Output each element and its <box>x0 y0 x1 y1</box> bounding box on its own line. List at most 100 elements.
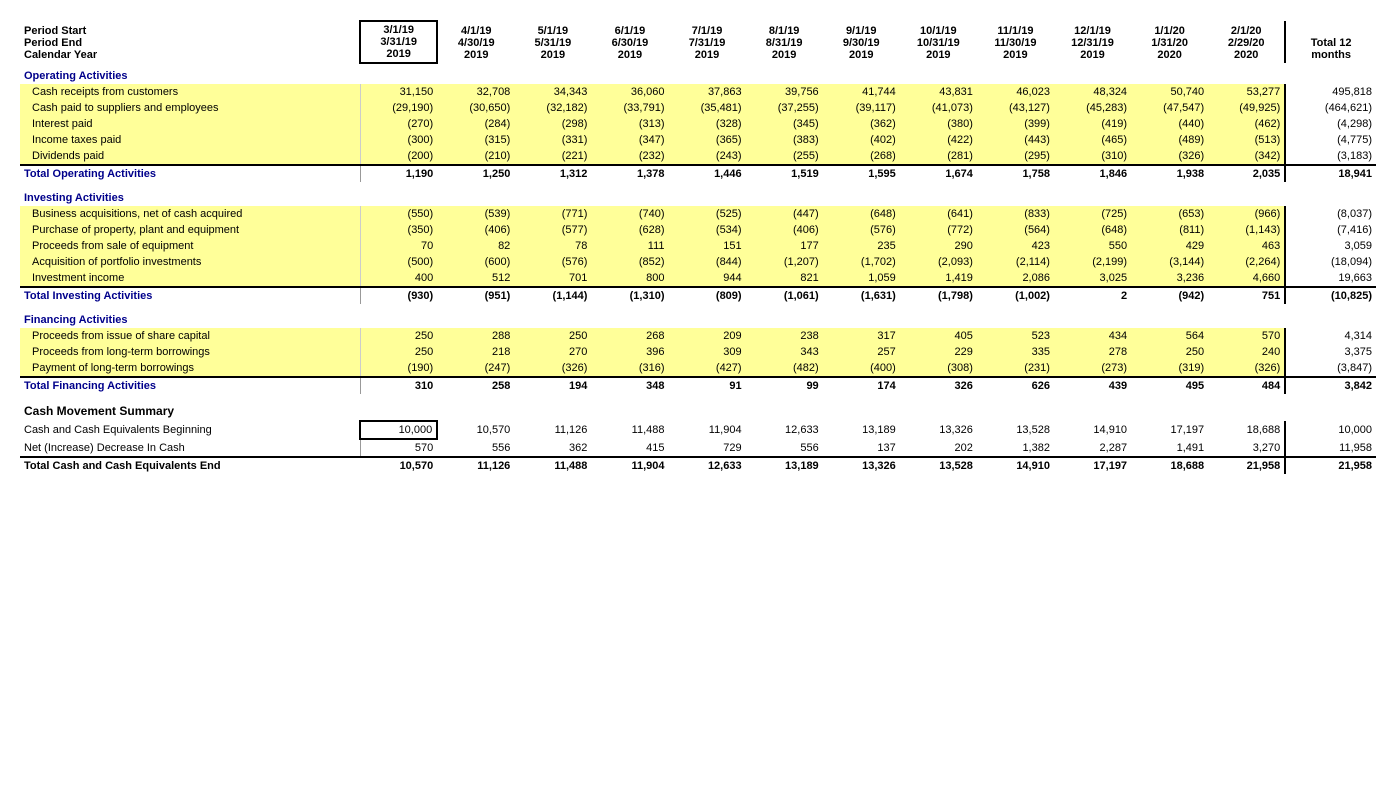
cell-value: (406) <box>746 222 823 238</box>
cell-value: (1,702) <box>823 254 900 270</box>
calendar-year-label: Calendar Year <box>24 49 97 61</box>
cell-value: (255) <box>746 148 823 165</box>
cell-value: (35,481) <box>669 100 746 116</box>
cell-value: (443) <box>977 132 1054 148</box>
total-cell: 1,446 <box>669 165 746 182</box>
cell-value: (2,264) <box>1208 254 1285 270</box>
section-header-row: Financing Activities <box>20 308 1376 328</box>
cell-value: 41,744 <box>823 84 900 100</box>
cell-value: (383) <box>746 132 823 148</box>
summary-cell: 13,528 <box>977 421 1054 439</box>
total-cell: (951) <box>437 287 514 304</box>
cell-value: 37,863 <box>669 84 746 100</box>
total-cell: 326 <box>900 377 977 394</box>
cell-value: (550) <box>360 206 437 222</box>
cell-value: 34,343 <box>514 84 591 100</box>
total-label: Total Investing Activities <box>20 287 360 304</box>
col-header-7: 10/1/19 10/31/19 2019 <box>900 21 977 63</box>
row-total: 3,059 <box>1285 238 1376 254</box>
summary-cell: 18,688 <box>1208 421 1285 439</box>
total-cell: (1,002) <box>977 287 1054 304</box>
cell-value: 564 <box>1131 328 1208 344</box>
cell-value: 523 <box>977 328 1054 344</box>
total-cell: 1,190 <box>360 165 437 182</box>
cell-value: 36,060 <box>591 84 668 100</box>
col-header-1: 4/1/19 4/30/19 2019 <box>437 21 514 63</box>
cell-value: (200) <box>360 148 437 165</box>
row-label: Dividends paid <box>20 148 360 165</box>
total-cell: (1,798) <box>900 287 977 304</box>
cell-value: (2,114) <box>977 254 1054 270</box>
cell-value: 39,756 <box>746 84 823 100</box>
grand-total-cell: 11,488 <box>514 457 591 474</box>
cell-value: (811) <box>1131 222 1208 238</box>
cell-value: 1,059 <box>823 270 900 287</box>
summary-row: Net (Increase) Decrease In Cash570556362… <box>20 439 1376 457</box>
total-cell: 2,035 <box>1208 165 1285 182</box>
grand-total-value: 21,958 <box>1285 457 1376 474</box>
section-header-row: Operating Activities <box>20 63 1376 84</box>
cell-value: (419) <box>1054 116 1131 132</box>
summary-cell: 1,382 <box>977 439 1054 457</box>
total-cell: (1,061) <box>746 287 823 304</box>
cell-value: (221) <box>514 148 591 165</box>
cell-value: 238 <box>746 328 823 344</box>
cell-value: (326) <box>1208 360 1285 377</box>
row-total: (4,775) <box>1285 132 1376 148</box>
cell-value: 229 <box>900 344 977 360</box>
cell-value: (740) <box>591 206 668 222</box>
cell-value: (576) <box>514 254 591 270</box>
section-header-label: Operating Activities <box>20 63 1376 84</box>
cell-value: 43,831 <box>900 84 977 100</box>
total-cell: 348 <box>591 377 668 394</box>
cell-value: (347) <box>591 132 668 148</box>
row-label: Proceeds from long-term borrowings <box>20 344 360 360</box>
total-cell: (1,631) <box>823 287 900 304</box>
summary-row-label: Cash and Cash Equivalents Beginning <box>20 421 360 439</box>
cell-value: (310) <box>1054 148 1131 165</box>
row-label: Proceeds from sale of equipment <box>20 238 360 254</box>
cell-value: (482) <box>746 360 823 377</box>
total-cell: 2 <box>1054 287 1131 304</box>
summary-cell: 570 <box>360 439 437 457</box>
summary-total: 10,000 <box>1285 421 1376 439</box>
col-header-8: 11/1/19 11/30/19 2019 <box>977 21 1054 63</box>
row-label: Business acquisitions, net of cash acqui… <box>20 206 360 222</box>
cell-value: (2,199) <box>1054 254 1131 270</box>
cell-value: 151 <box>669 238 746 254</box>
table-row: Investment income4005127018009448211,059… <box>20 270 1376 287</box>
row-total: 3,375 <box>1285 344 1376 360</box>
col-header-10: 1/1/20 1/31/20 2020 <box>1131 21 1208 63</box>
cell-value: (3,144) <box>1131 254 1208 270</box>
cell-value: (440) <box>1131 116 1208 132</box>
cell-value: 463 <box>1208 238 1285 254</box>
summary-cell: 12,633 <box>746 421 823 439</box>
cell-value: 82 <box>437 238 514 254</box>
table-row: Interest paid(270)(284)(298)(313)(328)(3… <box>20 116 1376 132</box>
grand-total-row: Total Cash and Cash Equivalents End10,57… <box>20 457 1376 474</box>
row-total: 19,663 <box>1285 270 1376 287</box>
total-cell: 751 <box>1208 287 1285 304</box>
summary-cell: 202 <box>900 439 977 457</box>
total-cell: 1,312 <box>514 165 591 182</box>
cell-value: (243) <box>669 148 746 165</box>
total-grand: (10,825) <box>1285 287 1376 304</box>
cell-value: 944 <box>669 270 746 287</box>
total-cell: 310 <box>360 377 437 394</box>
cell-value: (300) <box>360 132 437 148</box>
cell-value: (273) <box>1054 360 1131 377</box>
cell-value: (600) <box>437 254 514 270</box>
cell-value: 400 <box>360 270 437 287</box>
total-cell: 1,250 <box>437 165 514 182</box>
total-cell: 495 <box>1131 377 1208 394</box>
cell-value: (331) <box>514 132 591 148</box>
cell-value: 46,023 <box>977 84 1054 100</box>
cell-value: (30,650) <box>437 100 514 116</box>
cell-value: 3,025 <box>1054 270 1131 287</box>
cell-value: 270 <box>514 344 591 360</box>
summary-total: 11,958 <box>1285 439 1376 457</box>
cell-value: (313) <box>591 116 668 132</box>
cell-value: (641) <box>900 206 977 222</box>
summary-cell: 2,287 <box>1054 439 1131 457</box>
cell-value: (564) <box>977 222 1054 238</box>
